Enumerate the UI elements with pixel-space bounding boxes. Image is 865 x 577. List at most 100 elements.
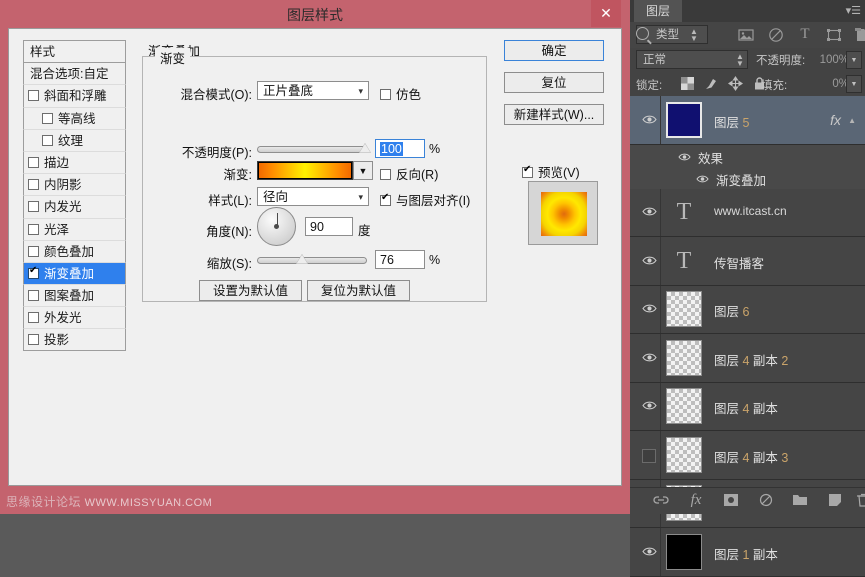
- opacity-input[interactable]: 100: [375, 139, 425, 158]
- new-layer-icon[interactable]: [826, 493, 844, 509]
- angle-input[interactable]: 90: [305, 217, 353, 236]
- layer-row[interactable]: Twww.itcast.cn: [630, 188, 865, 237]
- scale-slider[interactable]: [257, 257, 367, 264]
- blend-stepper-icon[interactable]: ▲ ▼: [736, 53, 744, 68]
- eye-icon[interactable]: [696, 173, 709, 183]
- style-item-5[interactable]: 内发光: [23, 195, 126, 218]
- smartobject-filter-icon[interactable]: [854, 27, 865, 43]
- panel-menu-icon[interactable]: ▾☰: [846, 4, 861, 17]
- style-item-2[interactable]: 纹理: [23, 128, 126, 151]
- eye-icon[interactable]: [642, 303, 657, 314]
- layer-effect-row[interactable]: 渐变叠加: [630, 166, 865, 189]
- fx-badge-icon[interactable]: fx: [830, 112, 841, 128]
- layer-row[interactable]: 图层 5 fx ▲: [630, 96, 865, 145]
- gradient-swatch[interactable]: [257, 161, 353, 180]
- checkbox-box[interactable]: [28, 290, 39, 302]
- layer-thumbnail[interactable]: [666, 388, 702, 425]
- new-style-button[interactable]: 新建样式(W)...: [504, 104, 604, 125]
- adjustment-icon[interactable]: [757, 493, 775, 509]
- checkbox-box[interactable]: [28, 223, 39, 235]
- fx-icon[interactable]: fx: [687, 493, 705, 509]
- layer-thumbnail[interactable]: [666, 339, 702, 376]
- gradient-dropdown-button[interactable]: ▼: [353, 161, 373, 180]
- shape-filter-icon[interactable]: [826, 27, 842, 43]
- blend-mode-select[interactable]: 正片叠底 ▾: [257, 81, 369, 100]
- layer-row[interactable]: 图层 4 副本: [630, 382, 865, 431]
- layer-row[interactable]: 图层 4 副本 2: [630, 334, 865, 383]
- mask-icon[interactable]: [722, 493, 740, 509]
- eye-icon[interactable]: [642, 255, 657, 266]
- layer-name[interactable]: 图层 6: [714, 301, 749, 320]
- layer-thumbnail[interactable]: [666, 436, 702, 473]
- preview-checkbox[interactable]: 预览(V): [522, 162, 580, 181]
- eye-icon[interactable]: [642, 546, 657, 557]
- layer-thumbnail[interactable]: [666, 533, 702, 570]
- reverse-checkbox[interactable]: 反向(R): [380, 164, 438, 183]
- blend-mode-panel-select[interactable]: 正常: [636, 50, 748, 69]
- checkbox-box[interactable]: [28, 312, 39, 324]
- style-item-10[interactable]: 外发光: [23, 306, 126, 329]
- style-item-0[interactable]: 斜面和浮雕: [23, 84, 126, 107]
- checkbox-box[interactable]: [28, 201, 39, 213]
- opacity-slider[interactable]: [257, 146, 367, 153]
- eye-icon-hidden[interactable]: [642, 448, 656, 463]
- scale-slider-handle[interactable]: [296, 254, 308, 264]
- layer-name[interactable]: 图层 5: [714, 112, 749, 131]
- style-item-1[interactable]: 等高线: [23, 106, 126, 129]
- eye-icon[interactable]: [642, 352, 657, 363]
- panel-opacity-value[interactable]: 100%: [817, 51, 849, 69]
- image-filter-icon[interactable]: [738, 27, 754, 43]
- style-item-8[interactable]: 渐变叠加: [23, 261, 126, 285]
- stepper-icon[interactable]: ▲ ▼: [690, 28, 706, 44]
- checkbox-box[interactable]: [42, 134, 53, 146]
- eye-icon[interactable]: [642, 400, 657, 411]
- style-item-9[interactable]: 图案叠加: [23, 284, 126, 307]
- style-item-3[interactable]: 描边: [23, 150, 126, 174]
- ok-button[interactable]: 确定: [504, 40, 604, 61]
- fill-dropdown-icon[interactable]: ▼: [846, 75, 862, 93]
- lock-image-icon[interactable]: [704, 76, 719, 91]
- link-icon[interactable]: [652, 493, 670, 509]
- layer-name[interactable]: 传智播客: [714, 253, 764, 272]
- layer-row[interactable]: 图层 1 副本: [630, 528, 865, 577]
- opacity-slider-handle[interactable]: [359, 143, 371, 153]
- opacity-dropdown-icon[interactable]: ▼: [846, 51, 862, 69]
- checkbox-box[interactable]: [28, 156, 39, 168]
- reset-default-button[interactable]: 复位为默认值: [307, 280, 410, 301]
- checkbox-box[interactable]: [28, 264, 39, 279]
- folder-icon[interactable]: [791, 493, 809, 509]
- style-item-4[interactable]: 内阴影: [23, 173, 126, 196]
- style-item-7[interactable]: 颜色叠加: [23, 239, 126, 262]
- layer-name[interactable]: 图层 4 副本 3: [714, 447, 788, 466]
- scale-input[interactable]: 76: [375, 250, 425, 269]
- tab-layers[interactable]: 图层: [634, 0, 683, 22]
- layer-name[interactable]: 图层 4 副本 2: [714, 350, 788, 369]
- close-icon[interactable]: ✕: [591, 0, 621, 27]
- trash-icon[interactable]: [854, 493, 865, 509]
- eye-icon[interactable]: [678, 151, 691, 161]
- style-item-6[interactable]: 光泽: [23, 217, 126, 240]
- angle-dial[interactable]: [257, 207, 296, 246]
- expand-effects-icon[interactable]: ▲: [848, 116, 856, 125]
- adjustment-filter-icon[interactable]: [768, 27, 784, 43]
- checkbox-box[interactable]: [28, 179, 39, 191]
- layer-name[interactable]: www.itcast.cn: [714, 204, 787, 218]
- layer-name[interactable]: 图层 4 副本: [714, 398, 778, 417]
- set-default-button[interactable]: 设置为默认值: [199, 280, 302, 301]
- fill-value[interactable]: 0%: [817, 76, 849, 92]
- blending-options-item[interactable]: 混合选项:自定: [23, 62, 126, 85]
- checkbox-box[interactable]: [28, 90, 39, 102]
- layer-name[interactable]: 图层 1 副本: [714, 544, 778, 563]
- eye-icon[interactable]: [642, 114, 657, 125]
- checkbox-box[interactable]: [28, 245, 39, 257]
- align-with-layer-checkbox[interactable]: 与图层对齐(I): [380, 190, 470, 209]
- style-item-11[interactable]: 投影: [23, 328, 126, 351]
- layer-row[interactable]: 图层 6: [630, 285, 865, 334]
- lock-position-icon[interactable]: [728, 76, 743, 91]
- layer-effect-row[interactable]: 效果: [630, 144, 865, 167]
- lock-transparency-icon[interactable]: [680, 76, 695, 91]
- layer-row[interactable]: 图层 4 副本 3: [630, 431, 865, 480]
- layer-thumbnail[interactable]: [666, 101, 702, 138]
- checkbox-box[interactable]: [28, 334, 39, 346]
- dither-checkbox[interactable]: 仿色: [380, 84, 421, 103]
